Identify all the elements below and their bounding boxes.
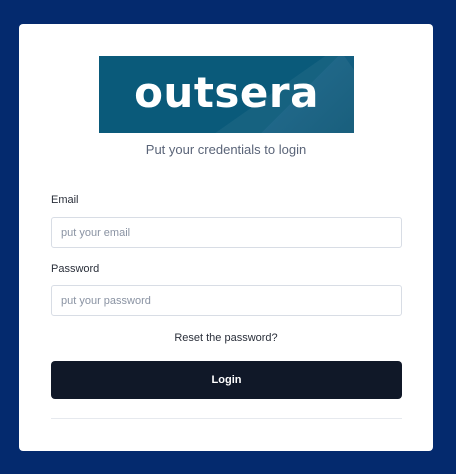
password-label: Password <box>51 263 100 275</box>
login-card: outsera Put your credentials to login Em… <box>19 24 433 451</box>
outsera-logo: outsera <box>99 56 354 133</box>
reset-password-link[interactable]: Reset the password? <box>19 331 433 345</box>
logo-text: outsera <box>134 68 319 117</box>
password-field[interactable] <box>51 285 402 316</box>
login-button[interactable]: Login <box>51 361 402 399</box>
email-field[interactable] <box>51 217 402 248</box>
divider <box>51 418 402 419</box>
email-label: Email <box>51 194 79 206</box>
login-subtitle: Put your credentials to login <box>145 142 307 157</box>
